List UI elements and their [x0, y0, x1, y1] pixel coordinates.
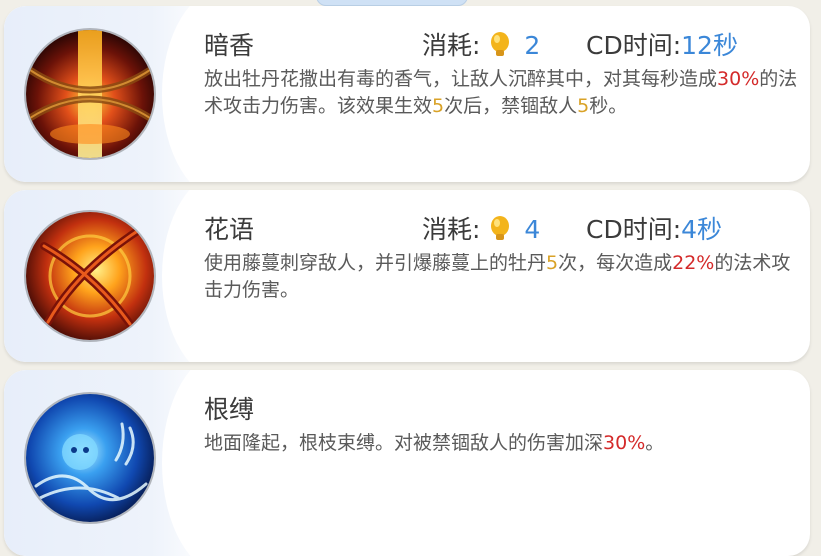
desc-highlight: 30%: [603, 432, 646, 454]
desc-text: 放出牡丹花撒出有毒的香气，让敌人沉醉其中，对其每秒造成: [204, 68, 718, 90]
skill-name: 根缚: [204, 395, 255, 424]
cd-value: 12秒: [681, 31, 738, 60]
skill-card-2[interactable]: 花语 消耗: 4 CD时间:4秒 使用藤蔓刺穿敌人，并引爆藤蔓上的牡丹5次，每次…: [4, 190, 810, 362]
desc-text: 秒。: [589, 95, 628, 117]
desc-highlight: 5: [432, 95, 445, 117]
skill-name: 暗香: [204, 31, 255, 60]
cost-label: 消耗:: [422, 31, 481, 60]
cost-value: 4: [524, 215, 541, 244]
cooldown-display: CD时间:4秒: [586, 210, 722, 246]
skill-card-1[interactable]: 暗香 消耗: 2 CD时间:12秒 放出牡丹花撒出有毒的香气，让敌人沉醉其中，对…: [4, 6, 810, 182]
cost-value: 2: [524, 31, 541, 60]
skill-description: 放出牡丹花撒出有毒的香气，让敌人沉醉其中，对其每秒造成30%的法术攻击力伤害。该…: [204, 66, 804, 120]
desc-highlight: 5: [577, 95, 590, 117]
skill-card-3[interactable]: 根缚 地面隆起，根枝束缚。对被禁锢敌人的伤害加深30%。: [4, 370, 810, 556]
cost-label: 消耗:: [422, 215, 481, 244]
desc-highlight: 5: [546, 252, 559, 274]
cost-display: 消耗: 4: [422, 210, 540, 248]
desc-text: 使用藤蔓刺穿敌人，并引爆藤蔓上的牡丹: [204, 252, 547, 274]
skill-description: 地面隆起，根枝束缚。对被禁锢敌人的伤害加深30%。: [204, 430, 804, 457]
cd-value: 4秒: [681, 215, 723, 244]
skill-description: 使用藤蔓刺穿敌人，并引爆藤蔓上的牡丹5次，每次造成22%的法术攻击力伤害。: [204, 250, 804, 304]
skill-name: 花语: [204, 215, 255, 244]
blue-root-bind-icon: [26, 394, 154, 522]
desc-text: 次，每次造成: [558, 252, 673, 274]
desc-text: 。: [645, 432, 665, 454]
fire-orb-vines-icon: [26, 212, 154, 340]
desc-text: 地面隆起，根枝束缚。对被禁锢敌人的伤害加深: [204, 432, 604, 454]
cd-label: CD时间:: [586, 215, 682, 244]
desc-text: 次后，禁锢敌人: [444, 95, 578, 117]
desc-highlight: 30%: [717, 68, 760, 90]
cooldown-display: CD时间:12秒: [586, 26, 738, 62]
chained-fire-pillar-icon: [26, 30, 154, 158]
energy-bulb-icon: [490, 32, 510, 64]
desc-highlight: 22%: [672, 252, 715, 274]
energy-bulb-icon: [490, 216, 510, 248]
cost-display: 消耗: 2: [422, 26, 540, 64]
cd-label: CD时间:: [586, 31, 682, 60]
